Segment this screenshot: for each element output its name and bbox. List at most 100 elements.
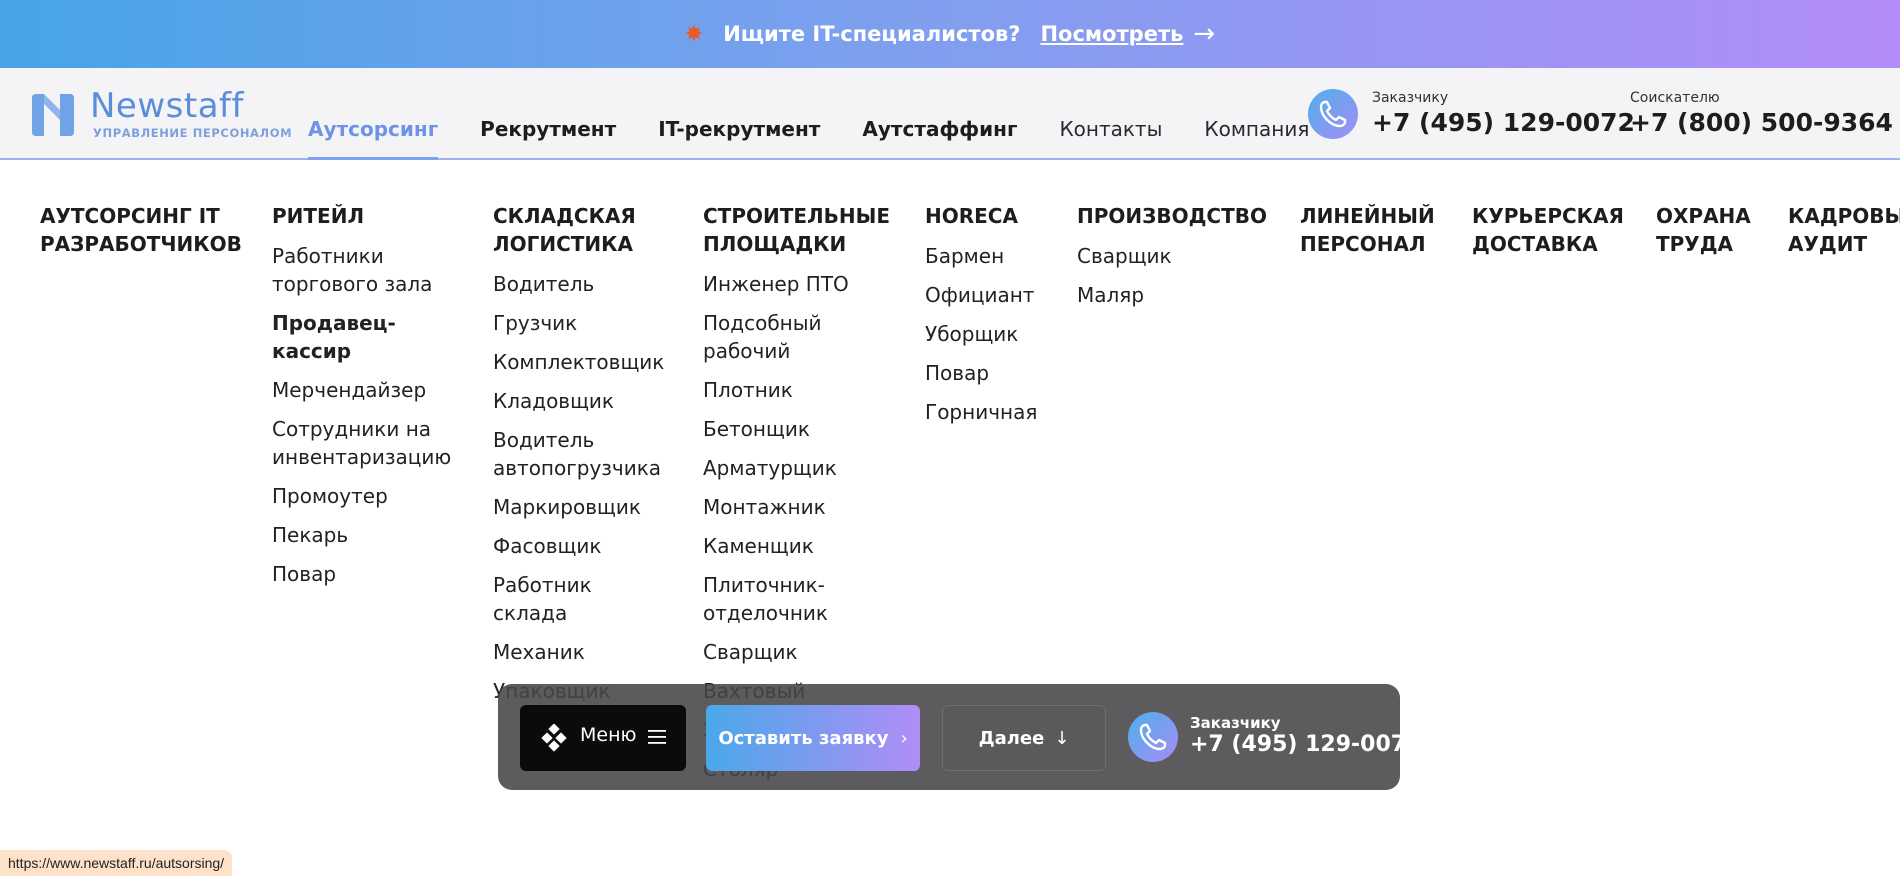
menu-item-line: Грузчик <box>493 311 578 335</box>
menu-column-title[interactable]: HORECA <box>925 202 1037 230</box>
menu-column-title-line: АУТСОРСИНГ IT <box>40 204 220 228</box>
menu-item-line: отделочник <box>703 601 829 625</box>
menu-column-title-line: АУДИТ <box>1788 232 1868 256</box>
menu-item[interactable]: Сварщик <box>1077 242 1267 270</box>
phone-icon[interactable] <box>1308 89 1358 139</box>
menu-item[interactable]: Комплектовщик <box>493 348 664 376</box>
menu-column-title[interactable]: ЛИНЕЙНЫЙ ПЕРСОНАЛ <box>1300 202 1435 258</box>
menu-item-line: Плотник <box>703 378 793 402</box>
menu-item[interactable]: Пекарь <box>272 521 451 549</box>
burst-icon: ✸ <box>684 21 704 47</box>
menu-item[interactable]: Повар <box>925 359 1037 387</box>
arrow-right-icon[interactable]: → <box>1193 21 1215 47</box>
menu-item[interactable]: Сотрудники на инвентаризацию <box>272 415 451 471</box>
menu-column-title[interactable]: ПРОИЗВОДСТВО <box>1077 202 1267 230</box>
nav-item-outstaffing[interactable]: Аутстаффинг <box>862 68 1017 160</box>
menu-column-title[interactable]: СКЛАДСКАЯ ЛОГИСТИКА <box>493 202 664 258</box>
menu-item-line: Сотрудники на <box>272 417 432 441</box>
menu-item[interactable]: Водитель автопогрузчика <box>493 426 664 482</box>
menu-item-line: Горничная <box>925 400 1038 424</box>
menu-column-title-line: ПЕРСОНАЛ <box>1300 232 1426 256</box>
menu-item[interactable]: Плиточник-отделочник <box>703 571 890 627</box>
menu-column-title-line: КУРЬЕРСКАЯ <box>1472 204 1624 228</box>
menu-item[interactable]: Механик <box>493 638 664 666</box>
menu-column-title[interactable]: СТРОИТЕЛЬНЫЕ ПЛОЩАДКИ <box>703 202 890 258</box>
call-phone[interactable]: +7 (495) 129-0072 <box>1190 732 1421 757</box>
client-label: Заказчику <box>1372 90 1449 106</box>
menu-item[interactable]: Маляр <box>1077 281 1267 309</box>
menu-column-title-line: ДОСТАВКА <box>1472 232 1598 256</box>
menu-item[interactable]: Повар <box>272 560 451 588</box>
call-phone-icon[interactable] <box>1128 712 1178 762</box>
menu-item-line: Пекарь <box>272 523 349 547</box>
menu-item-line: Водитель <box>493 428 595 452</box>
menu-item[interactable]: Сварщик <box>703 638 890 666</box>
menu-item[interactable]: Продавец-кассир <box>272 309 451 365</box>
menu-item[interactable]: Промоутер <box>272 482 451 510</box>
logo[interactable]: Newstaff УПРАВЛЕНИЕ ПЕРСОНАЛОМ <box>30 86 292 140</box>
menu-item[interactable]: Горничная <box>925 398 1037 426</box>
menu-item[interactable]: Водитель <box>493 270 664 298</box>
promo-link[interactable]: Посмотреть <box>1040 22 1183 46</box>
call-label: Заказчику <box>1190 714 1281 732</box>
menu-column-title-line: ЛОГИСТИКА <box>493 232 633 256</box>
menu-item[interactable]: Бармен <box>925 242 1037 270</box>
menu-column-title[interactable]: ОХРАНА ТРУДА <box>1656 202 1751 258</box>
menu-item-line: Каменщик <box>703 534 814 558</box>
menu-item-line: Работник <box>493 573 592 597</box>
menu-column-title[interactable]: АУТСОРСИНГ IT РАЗРАБОТЧИКОВ <box>40 202 242 258</box>
menu-column: ПРОИЗВОДСТВО Сварщик Маляр <box>1077 202 1267 320</box>
menu-item[interactable]: Инженер ПТО <box>703 270 890 298</box>
menu-item-line: автопогрузчика <box>493 456 662 480</box>
menu-item[interactable]: Маркировщик <box>493 493 664 521</box>
menu-item[interactable]: Работники торгового зала <box>272 242 451 298</box>
menu-item-line: Уборщик <box>925 322 1019 346</box>
menu-item[interactable]: Кладовщик <box>493 387 664 415</box>
menu-item[interactable]: Грузчик <box>493 309 664 337</box>
menu-item[interactable]: Мерчендайзер <box>272 376 451 404</box>
menu-column-title-line: HORECA <box>925 204 1018 228</box>
nav-item-contacts[interactable]: Контакты <box>1059 68 1162 160</box>
nav-item-company[interactable]: Компания <box>1204 68 1309 160</box>
nav-item-it-recruitment[interactable]: IT-рекрутмент <box>658 68 820 160</box>
menu-item-line: Плиточник- <box>703 573 825 597</box>
menu-item[interactable]: Уборщик <box>925 320 1037 348</box>
menu-column: HORECA Бармен Официант Уборщик Повар Горнична… <box>925 202 1037 437</box>
menu-item[interactable]: Бетонщик <box>703 415 890 443</box>
menu-item[interactable]: Монтажник <box>703 493 890 521</box>
diamond-logo-icon <box>541 724 567 752</box>
menu-item[interactable]: Фасовщик <box>493 532 664 560</box>
menu-column-title-line: ОХРАНА <box>1656 204 1751 228</box>
menu-item[interactable]: Плотник <box>703 376 890 404</box>
nav-item-recruitment[interactable]: Рекрутмент <box>480 68 616 160</box>
menu-item-line: Бармен <box>925 244 1005 268</box>
menu-item-line: Повар <box>925 361 990 385</box>
menu-item-line: Монтажник <box>703 495 826 519</box>
menu-item-line: Маляр <box>1077 283 1145 307</box>
menu-column: СКЛАДСКАЯ ЛОГИСТИКА Водитель Грузчик Комплек… <box>493 202 664 716</box>
chevron-right-icon: › <box>900 727 908 749</box>
promo-banner: ✸ Ищите IT-специалистов? Посмотреть → <box>0 0 1900 68</box>
next-button[interactable]: Далее ↓ <box>942 705 1106 771</box>
arrow-down-icon: ↓ <box>1054 727 1070 749</box>
menu-item[interactable]: Арматурщик <box>703 454 890 482</box>
menu-item-line: Сварщик <box>703 640 798 664</box>
menu-item-line: Арматурщик <box>703 456 837 480</box>
menu-column-title-line: СКЛАДСКАЯ <box>493 204 636 228</box>
menu-item-line: Механик <box>493 640 585 664</box>
seeker-phone[interactable]: +7 (800) 500-9364 <box>1630 108 1893 137</box>
request-button[interactable]: Оставить заявку › <box>706 705 920 771</box>
menu-column-title[interactable]: КАДРОВЫЙ АУДИТ <box>1788 202 1900 258</box>
menu-column-title[interactable]: КУРЬЕРСКАЯ ДОСТАВКА <box>1472 202 1624 258</box>
menu-item[interactable]: Официант <box>925 281 1037 309</box>
menu-item-line: рабочий <box>703 339 791 363</box>
menu-button[interactable]: Меню <box>520 705 686 771</box>
client-phone[interactable]: +7 (495) 129-0072 <box>1372 108 1635 137</box>
menu-item[interactable]: Каменщик <box>703 532 890 560</box>
status-url: https://www.newstaff.ru/autsorsing/ <box>0 850 233 876</box>
menu-item[interactable]: Работник склада <box>493 571 664 627</box>
menu-item[interactable]: Подсобный рабочий <box>703 309 890 365</box>
menu-item-line: кассир <box>272 339 352 363</box>
menu-column-title[interactable]: РИТЕЙЛ <box>272 202 451 230</box>
nav-item-outsourcing[interactable]: Аутсорсинг <box>308 68 439 160</box>
